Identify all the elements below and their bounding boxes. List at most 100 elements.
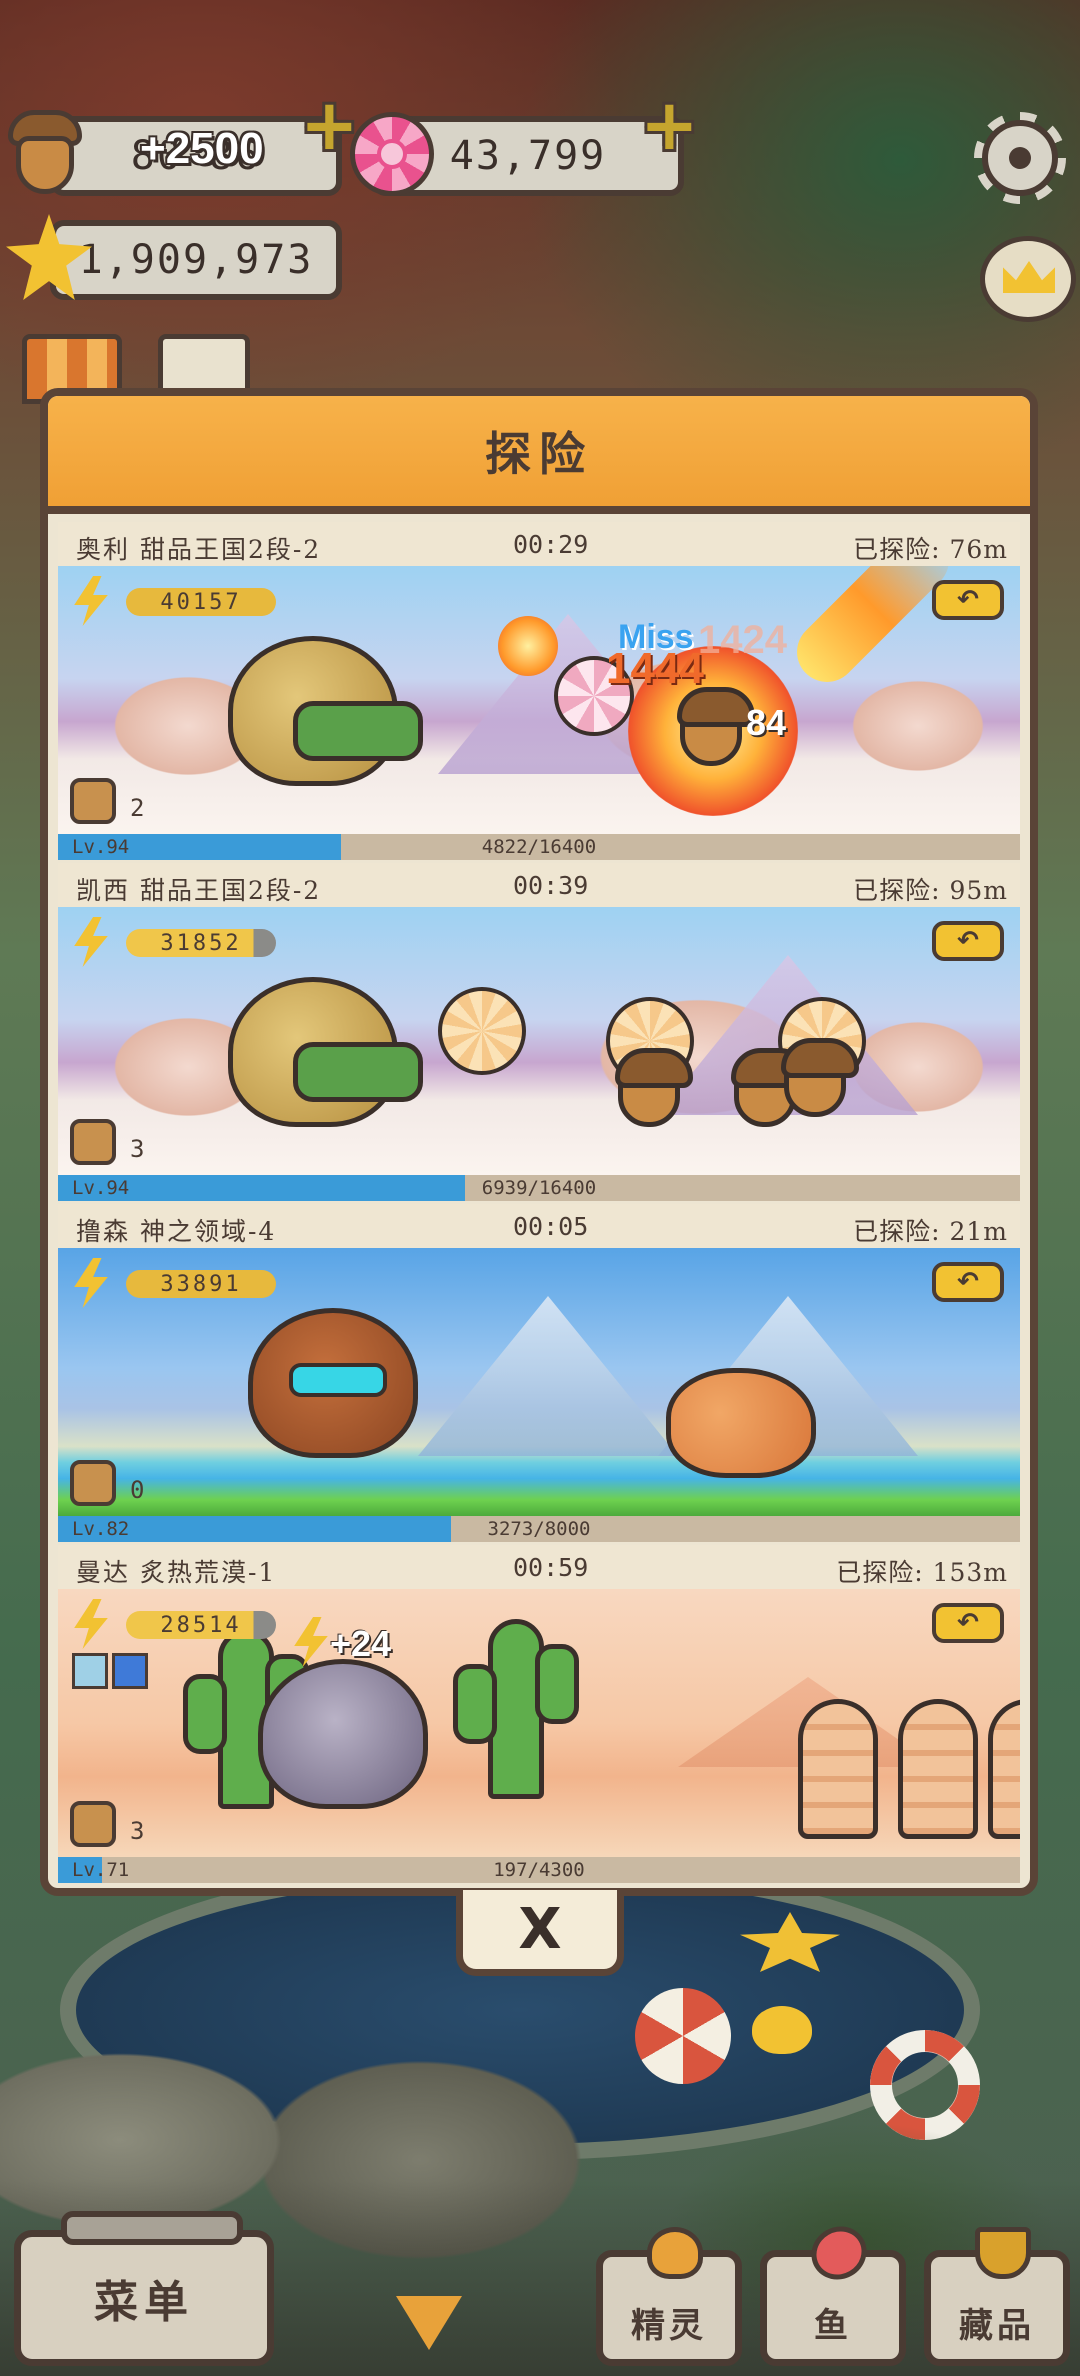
candy-icon bbox=[350, 112, 434, 196]
panel-title: 探险 bbox=[48, 396, 1030, 514]
enemy-sandworm bbox=[798, 1699, 878, 1839]
close-button[interactable]: X bbox=[456, 1890, 624, 1976]
acorn-gain-popup: +2500 bbox=[140, 124, 264, 173]
spirit-button[interactable]: 精灵 bbox=[596, 2227, 742, 2366]
menu-button[interactable]: 菜单 bbox=[14, 2211, 274, 2366]
lightning-icon bbox=[74, 1258, 108, 1308]
loot-bag-icon bbox=[70, 1460, 116, 1506]
enemy-acorn bbox=[677, 687, 755, 766]
damage-number: 1424 bbox=[698, 618, 787, 662]
energy-value: 33891 bbox=[126, 1270, 276, 1298]
xp-text: 6939/16400 bbox=[481, 1177, 597, 1199]
spirit-label: 精灵 bbox=[631, 2306, 707, 2346]
lightning-icon bbox=[74, 1599, 108, 1649]
enemy-acorn bbox=[615, 1048, 693, 1127]
battle-scene[interactable]: 33891 ↶ 0 bbox=[58, 1248, 1020, 1516]
adventure-distance: 已探险: 153m bbox=[836, 1558, 1008, 1587]
adventure-row: 奥利 甜品王国2段-2 00:29 已探险: 76m 1424 Miss 144… bbox=[58, 522, 1020, 863]
adventure-row: 凯西 甜品王国2段-2 00:39 已探险: 95m 31852 ↶ 3 Lv.… bbox=[58, 863, 1020, 1204]
energy-value: 28514 bbox=[126, 1611, 276, 1639]
crown-icon[interactable] bbox=[980, 236, 1076, 322]
adventure-name: 凯西 甜品王国2段-2 bbox=[76, 876, 322, 905]
add-acorn-button[interactable]: + bbox=[300, 90, 359, 160]
battle-scene[interactable]: 28514 +24 ↶ 3 bbox=[58, 1589, 1020, 1857]
adventure-timer: 00:29 bbox=[513, 530, 589, 559]
scenery-mountain bbox=[418, 1296, 678, 1456]
menu-label: 菜单 bbox=[94, 2277, 194, 2328]
hero-character bbox=[228, 977, 423, 1127]
loot-count: 0 bbox=[130, 1476, 145, 1504]
adventure-info-bar: 凯西 甜品王国2段-2 00:39 已探险: 95m bbox=[58, 863, 1020, 907]
adventure-name: 曼达 炙热荒漠-1 bbox=[76, 1558, 277, 1587]
xp-text: 197/4300 bbox=[493, 1859, 585, 1881]
loot-bag-icon bbox=[70, 1119, 116, 1165]
adventure-row: 曼达 炙热荒漠-1 00:59 已探险: 153m 28514 +24 ↶ 3 … bbox=[58, 1545, 1020, 1886]
adventure-panel: 探险 奥利 甜品王国2段-2 00:29 已探险: 76m 1424 Miss … bbox=[40, 388, 1038, 1896]
loot-bag-icon bbox=[70, 778, 116, 824]
star-counter: 1,909,973 bbox=[50, 220, 342, 300]
xp-text: 4822/16400 bbox=[481, 836, 597, 858]
xp-bar: Lv.82 3273/8000 bbox=[58, 1516, 1020, 1542]
loot-count: 3 bbox=[130, 1817, 145, 1845]
energy-value: 40157 bbox=[126, 588, 276, 616]
fish-button[interactable]: 鱼 bbox=[760, 2216, 906, 2366]
collection-button[interactable]: 藏品 bbox=[924, 2227, 1070, 2366]
return-button[interactable]: ↶ bbox=[932, 1262, 1004, 1302]
adventure-row: 撸森 神之领域-4 00:05 已探险: 21m 33891 ↶ 0 Lv.82… bbox=[58, 1204, 1020, 1545]
settings-gear-icon[interactable] bbox=[974, 112, 1066, 204]
spirit-icon bbox=[647, 2227, 703, 2279]
return-arrow-icon: ↶ bbox=[957, 1267, 979, 1297]
enemy-boar bbox=[666, 1368, 816, 1478]
xp-bar: Lv.71 197/4300 bbox=[58, 1857, 1020, 1883]
xp-text: 3273/8000 bbox=[487, 1518, 591, 1540]
enemy-sandworm bbox=[898, 1699, 978, 1839]
adventure-distance: 已探险: 21m bbox=[853, 1217, 1008, 1246]
return-arrow-icon: ↶ bbox=[957, 585, 979, 615]
fish-label: 鱼 bbox=[814, 2306, 852, 2346]
adventure-name: 奥利 甜品王国2段-2 bbox=[76, 535, 322, 564]
loot-count: 2 bbox=[130, 794, 145, 822]
battle-scene[interactable]: 31852 ↶ 3 bbox=[58, 907, 1020, 1175]
lightning-icon bbox=[74, 576, 108, 626]
candy-value: 43,799 bbox=[449, 133, 607, 179]
return-arrow-icon: ↶ bbox=[957, 926, 979, 956]
xp-bar: Lv.94 6939/16400 bbox=[58, 1175, 1020, 1201]
damage-number: 84 bbox=[746, 702, 787, 743]
energy-gain-value: +24 bbox=[330, 1623, 392, 1664]
loot-bag-icon bbox=[70, 1801, 116, 1847]
cactus bbox=[453, 1619, 579, 1799]
trophy-icon bbox=[975, 2227, 1031, 2279]
hero-character bbox=[248, 1308, 418, 1458]
adventure-timer: 00:05 bbox=[513, 1212, 589, 1241]
return-button[interactable]: ↶ bbox=[932, 921, 1004, 961]
add-candy-button[interactable]: + bbox=[640, 90, 699, 160]
return-button[interactable]: ↶ bbox=[932, 1603, 1004, 1643]
acorn-icon bbox=[8, 110, 82, 196]
adventure-timer: 00:59 bbox=[513, 1553, 589, 1582]
damage-number: 1444 bbox=[606, 644, 704, 693]
adventure-timer: 00:39 bbox=[513, 871, 589, 900]
adventure-info-bar: 曼达 炙热荒漠-1 00:59 已探险: 153m bbox=[58, 1545, 1020, 1589]
enemy-acorn bbox=[781, 1038, 859, 1117]
lightning-icon bbox=[74, 917, 108, 967]
star-value: 1,909,973 bbox=[78, 237, 314, 283]
return-button[interactable]: ↶ bbox=[932, 580, 1004, 620]
adventure-info-bar: 撸森 神之领域-4 00:05 已探险: 21m bbox=[58, 1204, 1020, 1248]
close-icon: X bbox=[518, 1897, 562, 1962]
loot-count: 3 bbox=[130, 1135, 145, 1163]
swirl-tree bbox=[438, 987, 526, 1075]
return-arrow-icon: ↶ bbox=[957, 1608, 979, 1638]
enemy-sandworm bbox=[988, 1699, 1020, 1839]
adventure-distance: 已探险: 76m bbox=[853, 535, 1008, 564]
fireball-projectile bbox=[498, 616, 558, 676]
adventure-info-bar: 奥利 甜品王国2段-2 00:29 已探险: 76m bbox=[58, 522, 1020, 566]
battle-scene[interactable]: 1424 Miss 1444 84 40157 ↶ 2 bbox=[58, 566, 1020, 834]
adventure-name: 撸森 神之领域-4 bbox=[76, 1217, 277, 1246]
xp-bar: Lv.94 4822/16400 bbox=[58, 834, 1020, 860]
energy-value: 31852 bbox=[126, 929, 276, 957]
hero-character bbox=[228, 636, 423, 786]
collection-label: 藏品 bbox=[959, 2306, 1035, 2346]
buff-icon bbox=[112, 1653, 148, 1689]
buff-icon bbox=[72, 1653, 108, 1689]
hero-character bbox=[258, 1659, 428, 1809]
